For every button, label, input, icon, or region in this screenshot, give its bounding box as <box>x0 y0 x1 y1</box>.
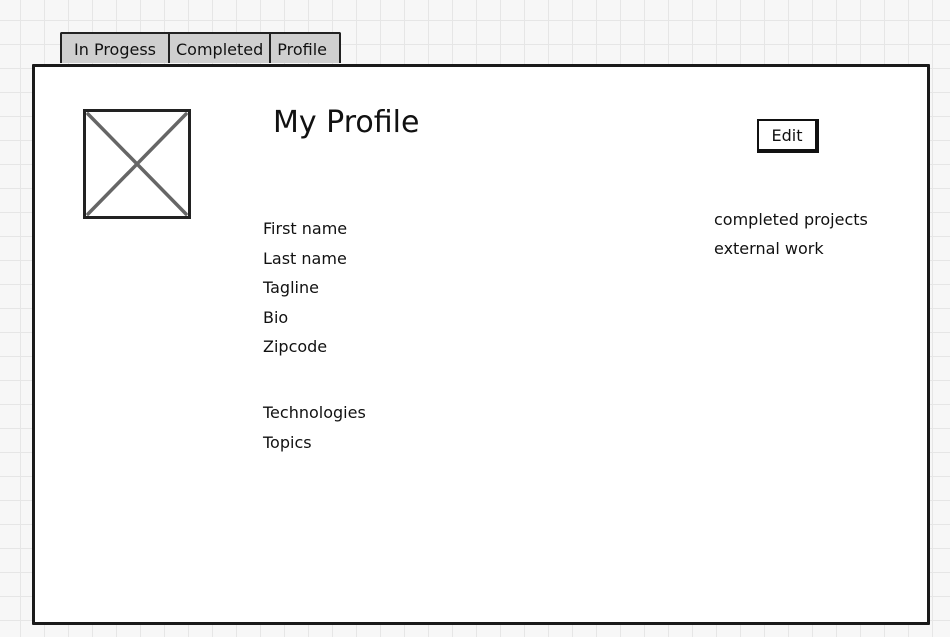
image-placeholder-icon <box>86 112 188 216</box>
profile-interests: Technologies Topics <box>263 398 366 457</box>
tagline-label: Tagline <box>263 278 319 297</box>
profile-panel: My Profile Edit First name Last name Tag… <box>32 64 930 625</box>
topics-label: Topics <box>263 432 312 452</box>
profile-side-links: completed projects external work <box>714 205 868 263</box>
zipcode-label: Zipcode <box>263 337 328 356</box>
completed-projects-link[interactable]: completed projects <box>714 205 868 234</box>
bio-label: Bio <box>263 307 289 327</box>
edit-button[interactable]: Edit <box>757 119 819 153</box>
technologies-label: Technologies <box>263 403 366 422</box>
avatar[interactable] <box>83 109 191 219</box>
first-name-label: First name <box>263 219 348 238</box>
external-work-link[interactable]: external work <box>714 234 868 263</box>
tab-in-progress[interactable]: In Progess <box>60 32 172 63</box>
tab-completed[interactable]: Completed <box>168 32 274 63</box>
page-title: My Profile <box>273 105 420 140</box>
profile-fields: First name Last name Tagline Bio Zipcode <box>263 214 347 362</box>
tab-profile[interactable]: Profile <box>269 32 342 63</box>
last-name-label: Last name <box>263 248 347 268</box>
tab-bar: In Progess Completed Profile <box>60 32 342 65</box>
